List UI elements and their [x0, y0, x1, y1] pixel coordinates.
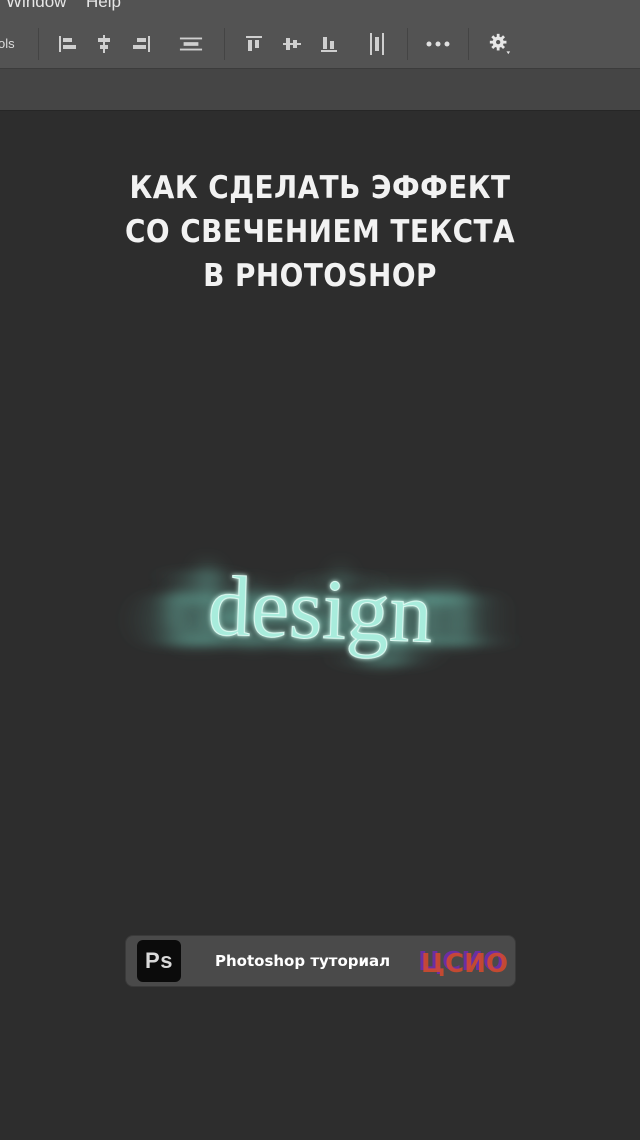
page-title: КАК СДЕЛАТЬ ЭФФЕКТ СО СВЕЧЕНИЕМ ТЕКСТА В…	[32, 166, 608, 298]
tutorial-banner: Ps Photoshop туториал ЦСИО ЦСИО	[126, 936, 515, 986]
options-label: ols	[0, 36, 15, 51]
document-tab-bar	[0, 69, 640, 111]
photoshop-logo-icon: Ps	[137, 940, 181, 982]
menu-window[interactable]: Window	[6, 0, 66, 12]
align-top-edges-icon[interactable]	[242, 32, 266, 56]
brand-logo: ЦСИО ЦСИО	[418, 947, 508, 977]
title-line: СО СВЕЧЕНИЕМ ТЕКСТА	[124, 214, 516, 250]
title-line: КАК СДЕЛАТЬ ЭФФЕКТ	[129, 170, 511, 206]
glow-word-layer: design	[206, 557, 435, 662]
banner-title: Photoshop туториал	[215, 952, 391, 970]
distribute-vertical-icon[interactable]	[365, 32, 389, 56]
divider	[38, 28, 39, 60]
divider	[468, 28, 469, 60]
more-options-icon[interactable]	[426, 32, 450, 56]
menu-help[interactable]: Help	[86, 0, 121, 12]
align-vertical-centers-icon[interactable]	[280, 32, 304, 56]
title-line: В PHOTOSHOP	[203, 258, 437, 294]
settings-gear-icon[interactable]	[488, 32, 512, 56]
divider	[407, 28, 408, 60]
align-bottom-edges-icon[interactable]	[317, 32, 341, 56]
align-left-edges-icon[interactable]	[55, 32, 79, 56]
align-horizontal-centers-icon[interactable]	[92, 32, 116, 56]
glow-word-text: design	[207, 557, 435, 661]
glow-text-artwork: design design design	[80, 520, 560, 720]
options-bar: Window Help ols	[0, 0, 640, 69]
align-right-edges-icon[interactable]	[130, 32, 154, 56]
brand-text: ЦСИО	[421, 949, 508, 977]
divider	[224, 28, 225, 60]
distribute-horizontal-icon[interactable]	[179, 32, 203, 56]
